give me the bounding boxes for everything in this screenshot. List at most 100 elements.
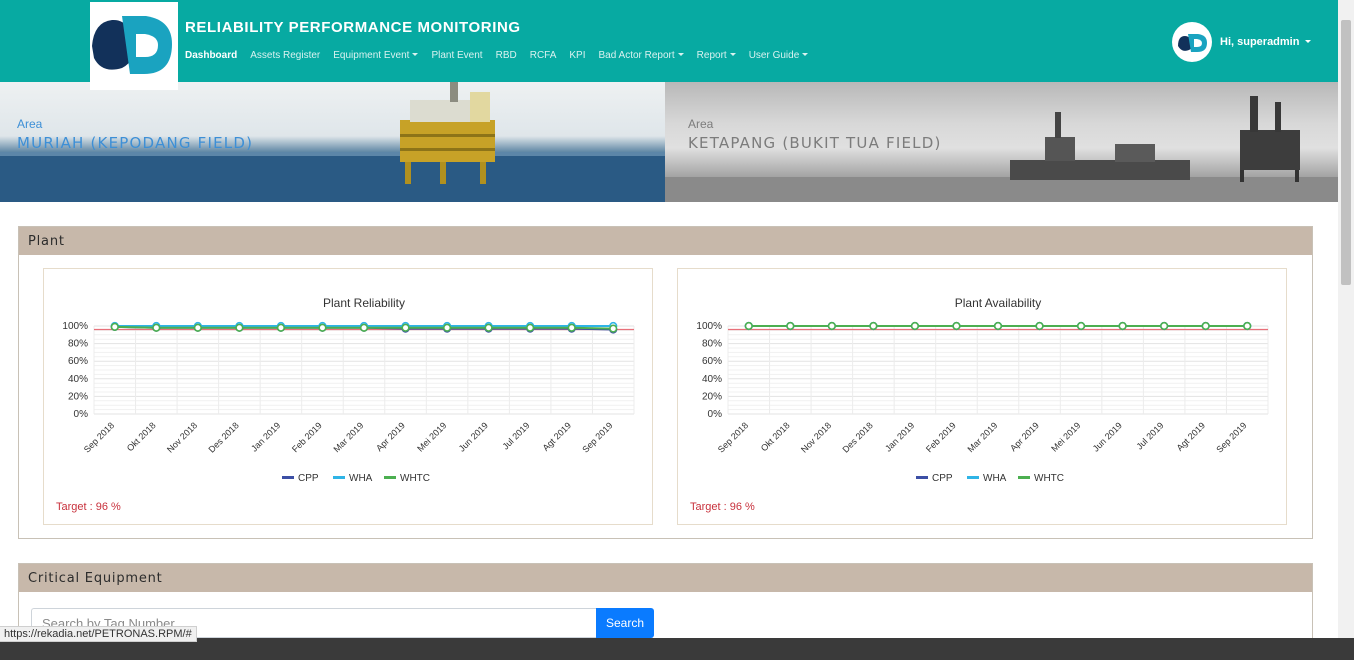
- data-point-whtc: [359, 323, 369, 332]
- page: RELIABILITY PERFORMANCE MONITORING Dashb…: [0, 0, 1338, 638]
- data-point-whtc: [869, 321, 878, 331]
- data-point-whtc: [484, 323, 493, 332]
- x-tick-label: Jul 2019: [500, 420, 531, 451]
- data-point-whtc: [609, 324, 618, 333]
- y-tick-label: 60%: [702, 356, 722, 367]
- plant-reliability-svg: Plant Reliability100%80%60%40%20%0%Sep 2…: [62, 296, 635, 484]
- nav-item-plant-event[interactable]: Plant Event: [431, 50, 482, 61]
- data-point-whtc: [827, 321, 836, 331]
- legend-label: WHTC: [400, 473, 430, 484]
- x-tick-label: Des 2018: [206, 420, 240, 454]
- vertical-scrollbar[interactable]: [1338, 0, 1354, 638]
- y-tick-label: 20%: [68, 391, 88, 402]
- top-navbar: RELIABILITY PERFORMANCE MONITORING Dashb…: [0, 0, 1338, 82]
- x-tick-label: Nov 2018: [165, 420, 199, 454]
- data-point-whtc: [1160, 321, 1169, 331]
- legend-label: CPP: [932, 473, 953, 484]
- x-tick-label: Nov 2018: [799, 420, 833, 454]
- data-point-whtc: [442, 323, 452, 332]
- area-banner-muriah[interactable]: Area MURIAH (KEPODANG FIELD): [0, 82, 665, 202]
- area-name: MURIAH (KEPODANG FIELD): [17, 134, 254, 152]
- nav-item-assets-register[interactable]: Assets Register: [250, 50, 320, 61]
- user-menu[interactable]: Hi, superadmin: [1172, 22, 1311, 62]
- y-tick-label: 0%: [74, 409, 89, 420]
- legend-label: WHA: [983, 473, 1007, 484]
- data-point-whtc: [744, 321, 753, 331]
- status-bar-url: https://rekadia.net/PETRONAS.RPM/#: [0, 626, 197, 642]
- data-point-whtc: [786, 321, 795, 331]
- x-tick-label: Mar 2019: [331, 420, 365, 454]
- x-tick-label: Sep 2019: [1214, 420, 1248, 454]
- legend-swatch-whtc: [384, 476, 396, 479]
- x-tick-label: Apr 2019: [374, 420, 407, 453]
- nav-item-user-guide[interactable]: User Guide: [749, 50, 809, 61]
- plant-availability-svg: Plant Availability100%80%60%40%20%0%Sep …: [696, 296, 1269, 484]
- nav-item-bad-actor-report[interactable]: Bad Actor Report: [599, 50, 684, 61]
- target-text: Target : 96 %: [690, 501, 755, 513]
- area-banner-ketapang[interactable]: Area KETAPANG (BUKIT TUA FIELD): [665, 82, 1338, 202]
- y-tick-label: 60%: [68, 356, 88, 367]
- x-tick-label: Sep 2019: [580, 420, 614, 454]
- x-tick-label: Mei 2019: [415, 420, 448, 453]
- x-tick-label: Sep 2018: [82, 420, 116, 454]
- scrollbar-thumb[interactable]: [1341, 20, 1351, 285]
- data-point-whtc: [567, 323, 576, 332]
- legend-swatch-cpp: [916, 476, 928, 479]
- legend-swatch-wha: [967, 476, 979, 479]
- nav-item-dashboard[interactable]: Dashboard: [185, 50, 237, 61]
- x-tick-label: Jan 2019: [249, 420, 282, 453]
- data-point-whtc: [1201, 321, 1210, 331]
- y-tick-label: 100%: [696, 321, 722, 332]
- x-tick-label: Mei 2019: [1049, 420, 1082, 453]
- data-point-whtc: [152, 323, 161, 332]
- legend-label: CPP: [298, 473, 319, 484]
- x-tick-label: Feb 2019: [924, 420, 958, 454]
- data-point-whtc: [1118, 321, 1127, 331]
- data-point-whtc: [401, 323, 410, 332]
- window-bottom-edge: [0, 638, 1354, 660]
- area-name: KETAPANG (BUKIT TUA FIELD): [688, 134, 942, 152]
- data-point-whtc: [276, 323, 286, 332]
- nav-item-report[interactable]: Report: [697, 50, 736, 61]
- nav-item-equipment-event[interactable]: Equipment Event: [333, 50, 418, 61]
- y-tick-label: 40%: [702, 374, 722, 385]
- x-tick-label: Okt 2018: [759, 420, 792, 453]
- data-point-whtc: [235, 323, 244, 332]
- data-point-whtc: [110, 322, 119, 331]
- critical-equipment-title: Critical Equipment: [19, 564, 1312, 592]
- data-point-whtc: [526, 323, 535, 332]
- user-avatar: [1172, 22, 1212, 62]
- data-point-whtc: [993, 321, 1003, 331]
- legend-swatch-cpp: [282, 476, 294, 479]
- x-tick-label: Des 2018: [840, 420, 874, 454]
- legend-swatch-whtc: [1018, 476, 1030, 479]
- user-greeting: Hi, superadmin: [1220, 36, 1311, 48]
- plant-panel: Plant Plant Reliability 100% 80% 60% 40% 20% 0…: [18, 226, 1313, 539]
- x-tick-label: Agt 2019: [541, 420, 574, 453]
- x-tick-label: Feb 2019: [290, 420, 324, 454]
- data-point-whtc: [1035, 321, 1044, 331]
- data-point-whtc: [193, 323, 202, 332]
- app-title: RELIABILITY PERFORMANCE MONITORING: [185, 19, 521, 36]
- nav-item-rcfa[interactable]: RCFA: [530, 50, 557, 61]
- area-label: Area: [688, 117, 714, 131]
- y-tick-label: 0%: [708, 409, 723, 420]
- brand-logo-icon: [1178, 34, 1207, 52]
- data-point-whtc: [1243, 321, 1252, 331]
- main-menu: Dashboard Assets Register Equipment Event P…: [185, 50, 808, 61]
- nav-item-rbd[interactable]: RBD: [496, 50, 517, 61]
- nav-item-kpi[interactable]: KPI: [569, 50, 585, 61]
- plant-reliability-chart: Plant Reliability 100% 80% 60% 40% 20% 0% Sep 2…: [43, 268, 653, 525]
- plant-panel-title: Plant: [19, 227, 1312, 255]
- y-tick-label: 40%: [68, 374, 88, 385]
- brand-logo[interactable]: [90, 2, 178, 90]
- target-text: Target : 96 %: [56, 501, 121, 513]
- search-button[interactable]: Search: [596, 608, 654, 638]
- plant-availability-chart: Plant Availability 100% 80% 60% 40% 20% 0% Sep …: [677, 268, 1287, 525]
- x-tick-label: Apr 2019: [1008, 420, 1041, 453]
- chart-title: Plant Availability: [955, 296, 1042, 310]
- legend-label: WHA: [349, 473, 373, 484]
- legend-label: WHTC: [1034, 473, 1064, 484]
- x-tick-label: Sep 2018: [716, 420, 750, 454]
- chart-title: Plant Reliability: [323, 296, 405, 310]
